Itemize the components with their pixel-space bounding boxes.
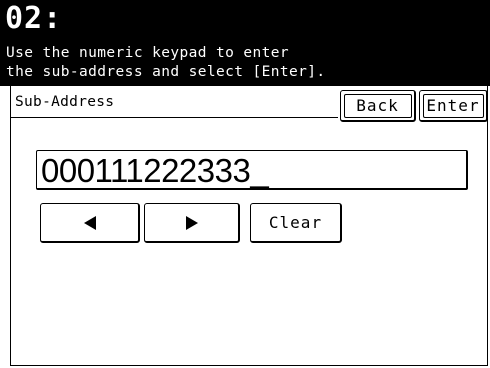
- cursor-left-button[interactable]: [40, 203, 140, 243]
- clear-button[interactable]: Clear: [250, 203, 342, 243]
- instruction-line-2: the sub-address and select [Enter].: [6, 64, 326, 80]
- right-arrow-icon: [185, 215, 198, 230]
- section-divider: [11, 117, 338, 118]
- sub-address-input[interactable]: 000111222333_: [36, 150, 468, 190]
- section-label: Sub-Address: [15, 94, 115, 110]
- sub-address-value: 000111222333_: [41, 152, 269, 189]
- enter-button-label: Enter: [426, 96, 480, 115]
- screen-number: 02:: [5, 1, 63, 36]
- left-arrow-icon: [83, 215, 96, 230]
- clear-button-label: Clear: [268, 213, 323, 232]
- back-button[interactable]: Back: [340, 90, 416, 122]
- header-bar: 02: Use the numeric keypad to enter the …: [0, 0, 490, 86]
- enter-button[interactable]: Enter: [419, 90, 488, 122]
- instruction-line-1: Use the numeric keypad to enter: [6, 45, 290, 61]
- cursor-right-button[interactable]: [144, 203, 240, 243]
- back-button-label: Back: [356, 96, 399, 115]
